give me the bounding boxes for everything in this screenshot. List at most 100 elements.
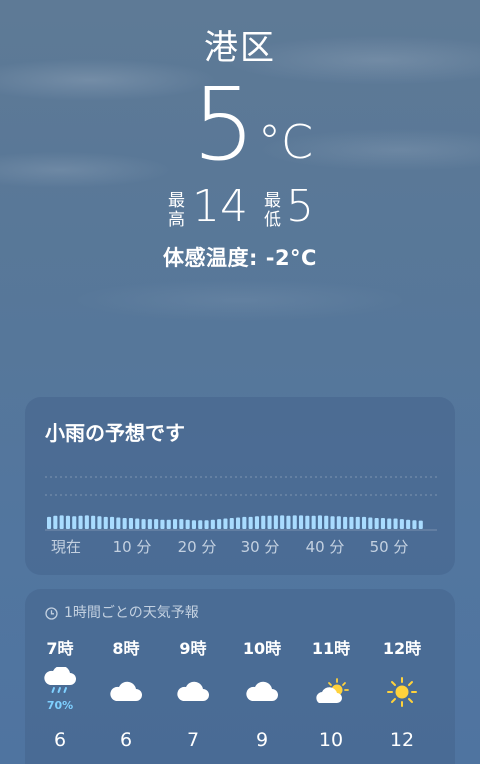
hour-temp: 12 — [389, 729, 415, 751]
precip-bar — [198, 520, 203, 529]
hour-temp: 10 — [318, 729, 344, 751]
precip-chance: 70% — [46, 699, 74, 712]
time-label: 20 分 — [178, 538, 217, 556]
precip-bar — [47, 516, 52, 529]
precip-bar — [393, 518, 398, 529]
hour-item: 7時 70% 6 — [25, 589, 95, 764]
precip-bar — [343, 516, 348, 529]
precip-bar — [160, 519, 165, 529]
precip-bar — [147, 519, 152, 529]
precip-bar — [84, 515, 89, 529]
hour-temp: 7 — [186, 729, 200, 751]
time-label: 現在 — [51, 538, 81, 556]
precip-bar — [53, 515, 58, 529]
hour-item: 12時 12 — [367, 589, 437, 764]
current-temp-unit: °C — [258, 115, 314, 169]
sun-icon — [367, 677, 437, 707]
precip-bar — [349, 516, 354, 529]
rain-cloud-icon — [25, 665, 95, 697]
precip-bar — [299, 515, 304, 529]
precip-bar — [72, 516, 77, 529]
hour-temp: 9 — [255, 729, 269, 751]
current-temperature: 5 °C — [0, 70, 480, 180]
precip-bar — [292, 515, 297, 529]
precip-bar — [248, 516, 253, 529]
precip-bar — [380, 518, 385, 529]
cloud-icon — [158, 677, 228, 707]
precip-bar — [135, 518, 140, 529]
cloud-icon — [91, 677, 161, 707]
high-value: 14 — [192, 181, 248, 232]
hour-item: 9時 7 — [158, 589, 228, 764]
location-name: 港区 — [204, 28, 276, 68]
precip-bar — [330, 516, 335, 529]
precip-bar — [305, 515, 310, 529]
time-label: 40 分 — [306, 538, 345, 556]
hour-temp: 6 — [53, 729, 67, 751]
precip-bar — [368, 517, 373, 529]
precip-bar — [311, 515, 316, 529]
precip-bar — [374, 518, 379, 529]
time-label: 10 分 — [113, 538, 152, 556]
time-label: 30 分 — [241, 538, 280, 556]
high-label: 最高 — [168, 191, 185, 230]
hour-item: 10時 9 — [227, 589, 297, 764]
hour-label: 9時 — [179, 639, 207, 658]
precip-bar — [355, 516, 360, 529]
precip-bar — [336, 516, 341, 529]
low-value: 5 — [286, 181, 314, 232]
hourly-forecast-card[interactable]: 1時間ごとの天気予報 7時 70% 6 8時 6 9時 7 10時 9 11時 10 12時 12 — [25, 589, 455, 764]
precip-bar — [406, 519, 411, 529]
hour-label: 8時 — [112, 639, 140, 658]
precip-bar — [65, 515, 70, 529]
precip-bar — [273, 515, 278, 529]
precip-bar — [418, 520, 423, 529]
hour-item: 11時 10 — [296, 589, 366, 764]
feels-like: 体感温度: -2°C — [163, 246, 317, 270]
precip-bar — [91, 515, 96, 529]
precip-bar — [128, 518, 133, 529]
precip-bar — [387, 518, 392, 529]
partly-sunny-icon — [296, 677, 366, 707]
precip-bar — [223, 518, 228, 529]
precip-bar — [154, 519, 159, 529]
precip-bar — [59, 515, 64, 529]
precip-bar — [166, 519, 171, 529]
hour-label: 7時 — [46, 639, 74, 658]
precip-bar — [362, 516, 367, 529]
precip-bar — [286, 515, 291, 529]
high-low: 最高 14 最低 5 — [0, 182, 480, 236]
precip-bar — [185, 519, 190, 529]
precip-bar — [217, 519, 222, 529]
hour-label: 11時 — [311, 639, 351, 658]
precip-bar — [317, 515, 322, 529]
precip-bar — [242, 516, 247, 529]
precip-bar — [412, 520, 417, 529]
low-label: 最低 — [264, 191, 281, 230]
precip-bar — [116, 517, 121, 529]
precip-bar — [97, 516, 102, 529]
precip-bar — [141, 519, 146, 529]
precip-bar — [173, 519, 178, 529]
precipitation-chart: 現在 10 分 20 分 30 分 40 分 50 分 — [45, 476, 437, 556]
precip-bar — [204, 520, 209, 529]
precip-bar — [267, 515, 272, 529]
precip-bar — [254, 516, 259, 529]
precip-bar — [110, 516, 115, 529]
hour-label: 10時 — [242, 639, 282, 658]
precip-bar — [179, 519, 184, 529]
rain-forecast-card[interactable]: 小雨の予想です 現在 10 分 20 分 30 分 40 分 50 分 — [25, 397, 455, 575]
precip-bar — [210, 519, 215, 529]
current-temp-value: 5 — [192, 66, 256, 183]
hour-label: 12時 — [382, 639, 422, 658]
cloud-icon — [227, 677, 297, 707]
hour-temp: 6 — [119, 729, 133, 751]
precip-bar — [324, 515, 329, 529]
precip-bar — [191, 520, 196, 529]
time-label: 50 分 — [370, 538, 409, 556]
precip-bar — [399, 519, 404, 529]
precip-bar — [236, 517, 241, 529]
precip-bar — [103, 516, 108, 529]
precip-bar — [280, 515, 285, 529]
precip-bar — [229, 518, 234, 529]
